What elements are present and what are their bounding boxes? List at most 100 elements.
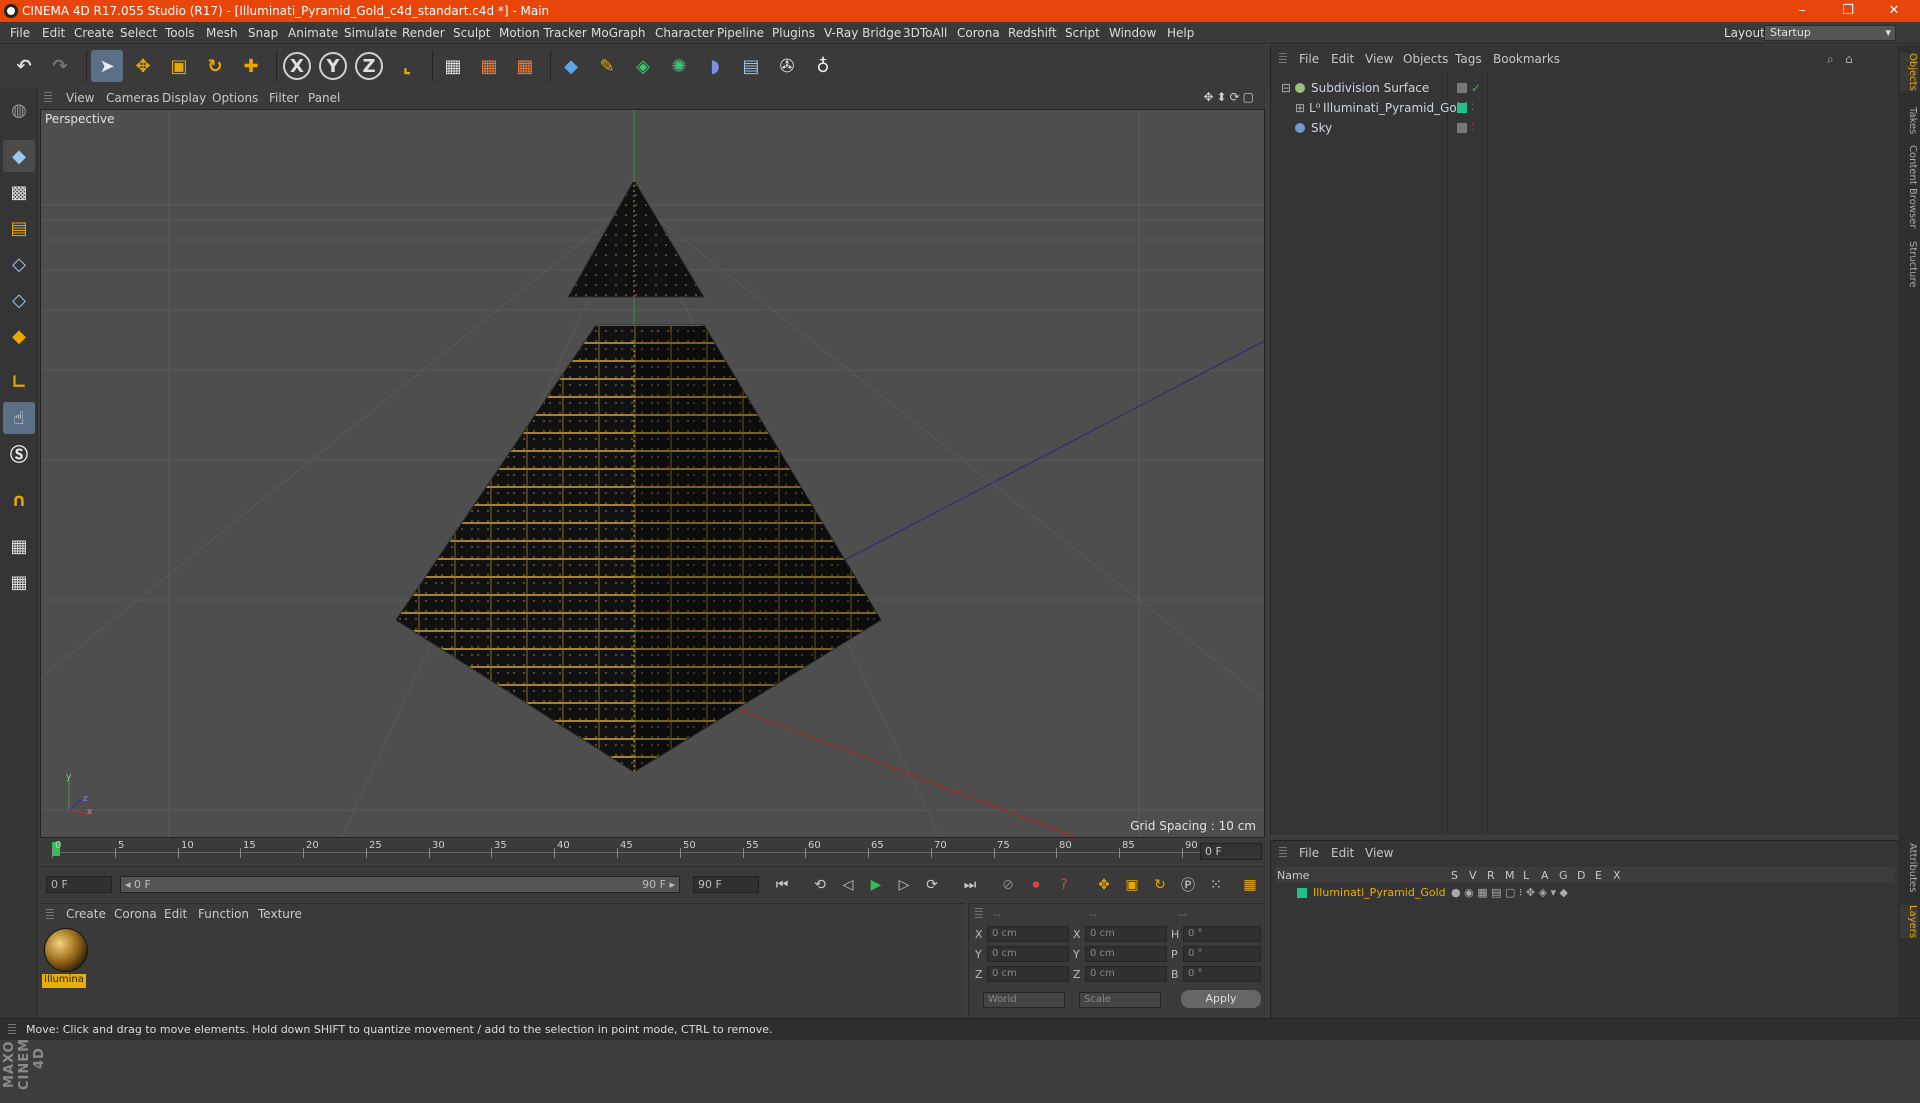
points-mode-icon[interactable]: ◇: [3, 248, 35, 280]
size-mode-dropdown[interactable]: Scale: [1079, 992, 1161, 1008]
floor-icon[interactable]: ▤: [735, 50, 767, 82]
menu-mograph[interactable]: MoGraph: [591, 26, 646, 40]
pen-spline-icon[interactable]: ✎: [591, 50, 623, 82]
cube-primitive-icon[interactable]: ◆: [555, 50, 587, 82]
tab-content-browser[interactable]: Content Browser: [1900, 145, 1918, 228]
render-view-icon[interactable]: ▦: [437, 50, 469, 82]
menu-plugins[interactable]: Plugins: [772, 26, 815, 40]
tweak-mode-icon[interactable]: ☝: [3, 402, 35, 434]
key-rotation-icon[interactable]: ↻: [1148, 874, 1172, 896]
menu-sculpt[interactable]: Sculpt: [453, 26, 490, 40]
position-y-field[interactable]: 0 cm: [987, 946, 1069, 962]
layer-col-locked[interactable]: L: [1523, 869, 1529, 882]
panel-grip[interactable]: [1279, 847, 1287, 859]
edges-mode-icon[interactable]: ◇: [3, 284, 35, 316]
layer-col-deformers[interactable]: D: [1577, 869, 1585, 882]
layer-col-xref[interactable]: X: [1613, 869, 1621, 882]
workplane-icon[interactable]: ▤: [3, 212, 35, 244]
menu-file[interactable]: File: [10, 26, 30, 40]
minimize-button[interactable]: –: [1780, 0, 1824, 22]
material-name-label[interactable]: Illumina: [42, 974, 86, 988]
menu-corona[interactable]: Corona: [957, 26, 1000, 40]
layer-col-manager[interactable]: M: [1505, 869, 1515, 882]
layer-col-expressions[interactable]: E: [1595, 869, 1602, 882]
home-icon[interactable]: ⌂: [1845, 52, 1853, 66]
layer-col-render[interactable]: R: [1487, 869, 1495, 882]
expand-toggle-icon[interactable]: ⊞: [1295, 99, 1305, 117]
panel-grip[interactable]: [975, 908, 983, 920]
tab-takes[interactable]: Takes: [1900, 107, 1918, 134]
planar-workplane-icon[interactable]: ▦: [3, 566, 35, 598]
coordinate-system-dropdown[interactable]: World: [983, 992, 1065, 1008]
position-z-field[interactable]: 0 cm: [987, 966, 1069, 982]
next-key-icon[interactable]: ⟳: [920, 874, 944, 896]
transform-tool-icon[interactable]: ✚: [235, 50, 267, 82]
position-x-field[interactable]: 0 cm: [987, 926, 1069, 942]
material-menu-edit[interactable]: Edit: [164, 907, 187, 921]
layer-col-name[interactable]: Name: [1277, 869, 1309, 882]
menu-render[interactable]: Render: [402, 26, 445, 40]
material-menu-function[interactable]: Function: [198, 907, 249, 921]
polygons-mode-icon[interactable]: ◆: [3, 320, 35, 352]
size-x-field[interactable]: 0 cm: [1085, 926, 1167, 942]
key-scale-icon[interactable]: ▣: [1120, 874, 1144, 896]
menu-help[interactable]: Help: [1167, 26, 1194, 40]
timeline-ruler[interactable]: 0 5 10 15 20 25 30 35 40 45 50 55 60 65 70 75 80 85 90 0 F: [40, 840, 1265, 864]
rotation-h-field[interactable]: 0 °: [1183, 926, 1261, 942]
key-pla-icon[interactable]: ⁙: [1204, 874, 1228, 896]
object-menu-file[interactable]: File: [1299, 52, 1319, 66]
autokey-icon[interactable]: ?: [1052, 874, 1076, 896]
panel-grip[interactable]: [44, 92, 52, 104]
texture-mode-icon[interactable]: ▩: [3, 176, 35, 208]
visibility-dots-icon[interactable]: ⁚: [1471, 119, 1474, 137]
layout-dropdown[interactable]: Startup ▾: [1764, 25, 1896, 41]
model-mode-icon[interactable]: ◆: [3, 140, 35, 172]
layer-col-generators[interactable]: G: [1559, 869, 1568, 882]
subdivision-surface-icon[interactable]: ◈: [627, 50, 659, 82]
scale-tool-icon[interactable]: ▣: [163, 50, 195, 82]
lock-workplane-icon[interactable]: ▦: [3, 530, 35, 562]
menu-create[interactable]: Create: [74, 26, 114, 40]
panel-grip[interactable]: [46, 909, 54, 921]
viewport-menu-filter[interactable]: Filter: [269, 91, 299, 105]
select-cursor-icon[interactable]: ➤: [91, 50, 123, 82]
apply-button[interactable]: Apply: [1181, 990, 1261, 1008]
snap-icon[interactable]: ∩: [3, 484, 35, 516]
make-editable-icon[interactable]: ◍: [3, 94, 35, 126]
undo-icon[interactable]: ↶: [8, 50, 40, 82]
viewport-navigation-icons[interactable]: ✥⬍⟳▢: [1203, 90, 1257, 104]
object-menu-bookmarks[interactable]: Bookmarks: [1493, 52, 1560, 66]
next-frame-icon[interactable]: ▷: [892, 874, 916, 896]
menu-script[interactable]: Script: [1065, 26, 1100, 40]
menu-3dtoall[interactable]: 3DToAll: [903, 26, 947, 40]
timeline-window-icon[interactable]: ▦: [1238, 874, 1262, 896]
viewport-menu-display[interactable]: Display: [162, 91, 206, 105]
tab-layers[interactable]: Layers: [1900, 905, 1918, 939]
menu-simulate[interactable]: Simulate: [344, 26, 397, 40]
layer-row[interactable]: Illuminati_Pyramid_Gold ● ◉ ▦ ▤ ▢ ⁝ ✥ ◈ …: [1275, 884, 1895, 901]
render-picture-viewer-icon[interactable]: ▦: [473, 50, 505, 82]
menu-window[interactable]: Window: [1109, 26, 1156, 40]
previous-key-icon[interactable]: ⟲: [808, 874, 832, 896]
layer-menu-edit[interactable]: Edit: [1331, 846, 1354, 860]
render-settings-icon[interactable]: ▦: [509, 50, 541, 82]
menu-select[interactable]: Select: [120, 26, 157, 40]
go-to-start-icon[interactable]: ⏮: [770, 874, 794, 896]
size-y-field[interactable]: 0 cm: [1085, 946, 1167, 962]
object-row-pyramid[interactable]: ⊞ L⁰ Illuminati_Pyramid_Gold ⁚: [1275, 99, 1895, 117]
enabled-check-icon[interactable]: ✓: [1471, 79, 1481, 97]
pyramid-capstone[interactable]: [567, 179, 705, 298]
menu-snap[interactable]: Snap: [248, 26, 278, 40]
3d-viewport[interactable]: Perspective y x z Grid Spacing : 10 cm: [40, 109, 1265, 838]
menu-animate[interactable]: Animate: [288, 26, 338, 40]
key-position-icon[interactable]: ✥: [1092, 874, 1116, 896]
object-menu-tags[interactable]: Tags: [1455, 52, 1482, 66]
play-icon[interactable]: ▶: [864, 874, 888, 896]
size-z-field[interactable]: 0 cm: [1085, 966, 1167, 982]
layer-color-swatch[interactable]: [1457, 103, 1467, 113]
start-frame-field[interactable]: 0 F: [46, 876, 112, 893]
redo-icon[interactable]: ↷: [44, 50, 76, 82]
object-menu-objects[interactable]: Objects: [1403, 52, 1448, 66]
solo-mode-icon[interactable]: Ⓢ: [3, 438, 35, 470]
viewport-menu-cameras[interactable]: Cameras: [106, 91, 159, 105]
